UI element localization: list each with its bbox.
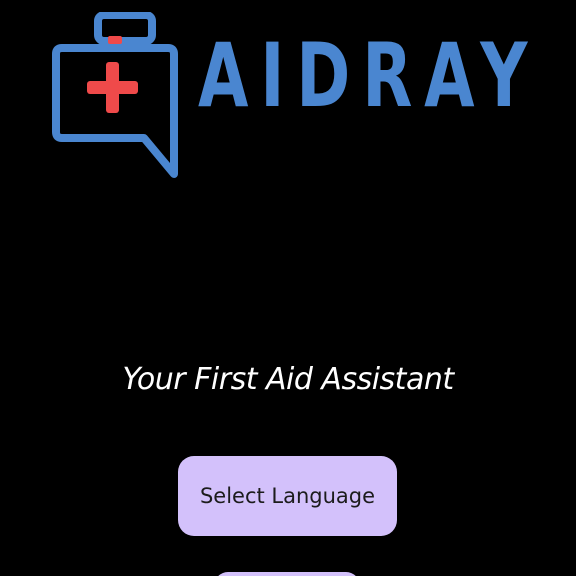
kit-handle (94, 12, 156, 45)
brand-name: AIDRAY (198, 23, 540, 127)
select-language-button[interactable]: Select Language (178, 456, 397, 536)
splash-screen: AIDRAY Your First Aid Assistant Select L… (0, 0, 576, 576)
first-aid-kit-icon (52, 12, 178, 178)
secondary-button[interactable] (214, 572, 360, 576)
kit-latch (108, 36, 122, 44)
tagline: Your First Aid Assistant (122, 362, 454, 397)
cross-horizontal (87, 81, 138, 94)
